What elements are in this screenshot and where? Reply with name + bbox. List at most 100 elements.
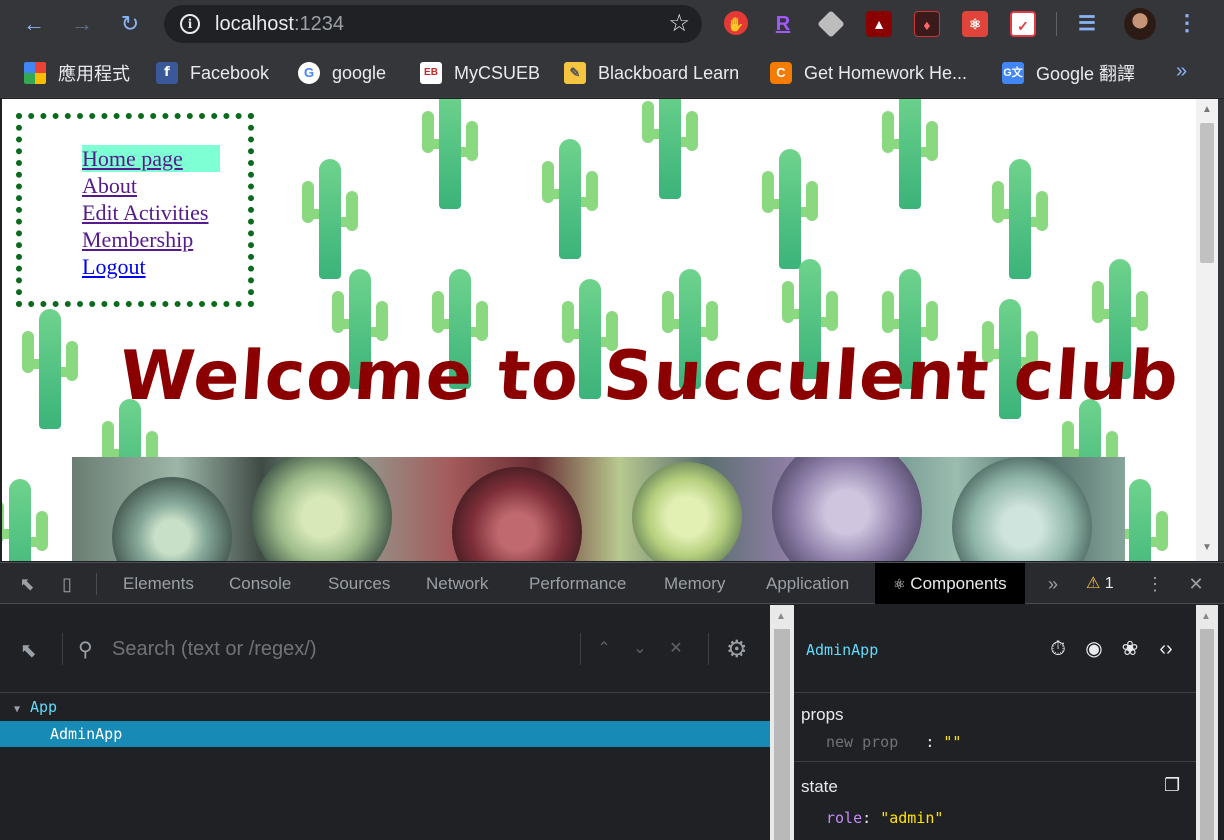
page-scrollbar[interactable]: ▲ ▼ (1196, 99, 1218, 561)
react-extension-icon[interactable]: ⚛ (962, 11, 988, 37)
tab-application[interactable]: Application (766, 563, 849, 604)
scroll-up-arrow-icon[interactable]: ▲ (776, 611, 786, 622)
component-search-row: ⬉ ⚲ ⌃ ⌄ ✕ ⚙ (0, 605, 770, 693)
tab-components-label: Components (910, 574, 1007, 593)
stopwatch-icon[interactable]: ⏱ (1046, 637, 1070, 661)
previous-result-icon[interactable]: ⌃ (594, 638, 614, 660)
browser-menu-icon[interactable]: ⋮ (1176, 8, 1198, 40)
tab-components[interactable]: ⚛ Components (875, 563, 1025, 604)
tab-network[interactable]: Network (426, 563, 488, 604)
expand-caret-icon[interactable]: ▼ (14, 697, 24, 723)
succulent-rosette (772, 457, 922, 561)
bug-icon[interactable]: ❀ (1118, 637, 1142, 661)
bookmark-apps[interactable]: 應用程式 (24, 60, 130, 86)
new-prop-key[interactable]: new prop (826, 733, 898, 751)
page-viewport: Home page About Edit Activities Membersh… (2, 99, 1196, 561)
forward-arrow-icon[interactable]: → (68, 10, 96, 38)
prop-row[interactable]: new prop : "" (826, 733, 961, 751)
inspect-element-icon[interactable]: ⬉ (16, 573, 38, 595)
media-queue-icon[interactable]: ☰ (1074, 11, 1100, 37)
settings-gear-icon[interactable]: ⚙ (726, 635, 748, 664)
bookmark-google[interactable]: G google (298, 60, 386, 86)
bookmark-mycsueb[interactable]: EB MyCSUEB (420, 60, 540, 86)
detail-scrollbar[interactable]: ▲ (1196, 605, 1218, 840)
bookmark-google-translate[interactable]: G文 Google 翻譯 (1002, 60, 1135, 86)
more-bookmarks-icon[interactable]: » (1176, 60, 1187, 83)
browser-toolbar: ← → ↻ i localhost:1234 ☆ ✋ R ▲ ♦ ⚛ ✓ ☰ ⋮ (0, 0, 1224, 48)
scroll-down-arrow-icon[interactable]: ▼ (1200, 541, 1214, 555)
copy-icon[interactable]: ❐ (1164, 775, 1180, 796)
warnings-badge[interactable]: ⚠ 1 (1086, 573, 1114, 595)
react-icon: ⚛ (893, 576, 906, 592)
bookmark-label: MyCSUEB (454, 62, 541, 83)
nav-link-edit-activities[interactable]: Edit Activities (82, 199, 248, 226)
view-source-icon[interactable]: ‹› (1154, 637, 1178, 661)
back-arrow-icon[interactable]: ← (20, 10, 48, 38)
eye-icon[interactable]: ◉ (1082, 637, 1106, 661)
reload-icon[interactable]: ↻ (116, 10, 144, 38)
prop-colon: : (925, 733, 935, 751)
succulent-rosette (632, 462, 742, 561)
blackboard-icon: ✎ (564, 62, 586, 84)
bookmark-star-icon[interactable]: ☆ (668, 9, 690, 38)
scroll-up-arrow-icon[interactable]: ▲ (1201, 611, 1211, 622)
bookmark-chegg[interactable]: C Get Homework He... (770, 60, 967, 86)
nav-link-home[interactable]: Home page (82, 145, 220, 172)
pocket-extension-icon[interactable]: ✓ (1010, 11, 1036, 37)
tab-performance[interactable]: Performance (529, 563, 626, 604)
tree-node-adminapp[interactable]: AdminApp (0, 721, 770, 747)
pdf-extension-icon[interactable]: ♦ (914, 11, 940, 37)
tab-console[interactable]: Console (229, 563, 291, 604)
new-prop-value[interactable]: "" (943, 733, 961, 751)
nav-link-logout[interactable]: Logout (82, 253, 248, 280)
next-result-icon[interactable]: ⌄ (630, 638, 650, 660)
r-extension-icon[interactable]: R (770, 11, 796, 37)
cactus-decoration (542, 139, 598, 259)
device-toolbar-icon[interactable]: ▯ (56, 573, 78, 595)
nav-link-about[interactable]: About (82, 172, 248, 199)
url-text[interactable]: localhost:1234 (215, 13, 344, 36)
tree-node-app[interactable]: ▼ App (0, 694, 770, 720)
url-port: :1234 (293, 13, 344, 35)
bookmark-label: Get Homework He... (804, 62, 968, 83)
bookmark-facebook[interactable]: f Facebook (156, 60, 269, 86)
profile-avatar[interactable] (1124, 8, 1156, 40)
select-element-icon[interactable]: ⬉ (20, 638, 46, 662)
close-devtools-icon[interactable]: ✕ (1185, 573, 1207, 595)
search-divider (62, 633, 63, 665)
toolbar-divider (1056, 12, 1057, 36)
state-row[interactable]: role: "admin" (826, 809, 943, 827)
state-section-title: state (801, 777, 838, 796)
cube-extension-icon[interactable] (817, 10, 845, 38)
devtools-menu-icon[interactable]: ⋮ (1144, 573, 1166, 595)
tab-elements[interactable]: Elements (123, 563, 194, 604)
cactus-decoration (302, 159, 358, 279)
cactus-decoration (2, 479, 48, 561)
site-info-icon[interactable]: i (180, 14, 200, 34)
scroll-thumb[interactable] (1200, 629, 1214, 840)
scroll-thumb[interactable] (1200, 123, 1214, 263)
nav-link-membership[interactable]: Membership (82, 226, 248, 253)
tree-scrollbar[interactable]: ▲ (770, 605, 794, 840)
cactus-decoration (422, 99, 478, 209)
address-bar[interactable]: i localhost:1234 ☆ (164, 5, 702, 43)
cactus-decoration (882, 99, 938, 209)
tab-memory[interactable]: Memory (664, 563, 725, 604)
bookmark-label: 應用程式 (58, 64, 130, 84)
component-search-input[interactable] (112, 635, 572, 663)
bookmark-blackboard[interactable]: ✎ Blackboard Learn (564, 60, 739, 86)
chegg-icon: C (770, 62, 792, 84)
succulent-rosette (112, 477, 232, 561)
more-tabs-icon[interactable]: » (1042, 573, 1064, 595)
component-detail-pane: AdminApp ⏱ ◉ ❀ ‹› props new prop : "" st… (794, 605, 1196, 840)
scroll-up-arrow-icon[interactable]: ▲ (1200, 103, 1214, 117)
tab-divider (96, 573, 97, 595)
detail-header: AdminApp ⏱ ◉ ❀ ‹› (794, 605, 1196, 693)
adobe-extension-icon[interactable]: ▲ (866, 11, 892, 37)
scroll-thumb[interactable] (774, 629, 790, 840)
tab-sources[interactable]: Sources (328, 563, 390, 604)
clear-search-icon[interactable]: ✕ (666, 638, 686, 660)
state-value[interactable]: "admin" (880, 809, 943, 827)
adblock-extension-icon[interactable]: ✋ (724, 11, 748, 35)
site-nav-box: Home page About Edit Activities Membersh… (16, 113, 254, 307)
